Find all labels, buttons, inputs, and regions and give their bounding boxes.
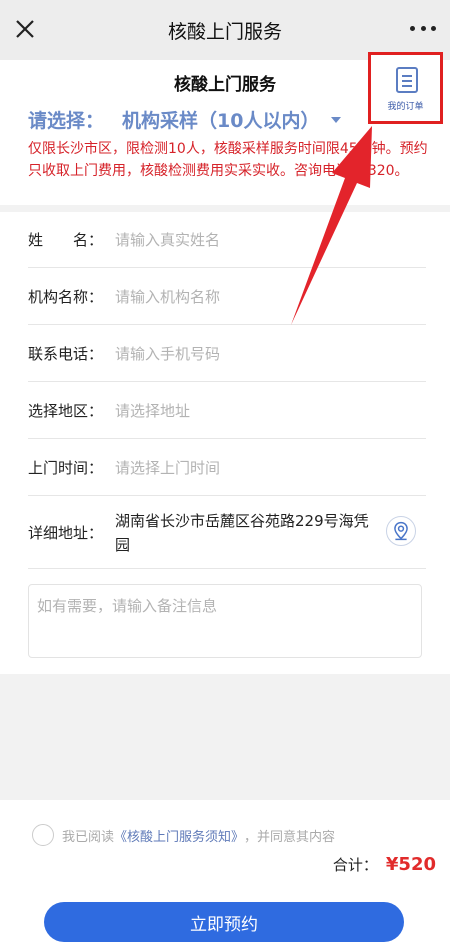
address-row: 详细地址： 湖南省长沙市岳麓区谷苑路229号海凭园 xyxy=(28,497,426,569)
close-icon[interactable] xyxy=(10,14,40,44)
submit-button[interactable]: 立即预约 xyxy=(44,902,404,942)
location-pin-icon[interactable] xyxy=(386,516,416,546)
sampling-type-select[interactable]: 请选择： 机构采样（10人以内） xyxy=(28,106,342,133)
name-input[interactable]: 请输入真实姓名 xyxy=(115,229,220,250)
name-label: 姓 名： xyxy=(28,231,104,249)
remark-textarea[interactable]: 如有需要，请输入备注信息 xyxy=(28,584,422,658)
agree-suffix: ，并同意其内容 xyxy=(244,829,336,845)
order-list-icon xyxy=(396,67,418,93)
phone-label: 联系电话： xyxy=(28,345,104,363)
address-input[interactable]: 湖南省长沙市岳麓区谷苑路229号海凭园 xyxy=(115,509,370,557)
org-row: 机构名称： 请输入机构名称 xyxy=(28,269,426,325)
select-prefix: 请选择： xyxy=(28,110,105,132)
booking-form: 姓 名： 请输入真实姓名 机构名称： 请输入机构名称 联系电话： 请输入手机号码… xyxy=(0,212,450,674)
more-menu-icon[interactable] xyxy=(410,18,436,38)
agree-radio[interactable] xyxy=(32,824,54,846)
total-amount: ¥520 xyxy=(385,854,436,875)
terms-link[interactable]: 《核酸上门服务须知》 xyxy=(114,826,244,845)
agree-prefix: 我已阅读 xyxy=(62,829,115,845)
org-input[interactable]: 请输入机构名称 xyxy=(115,286,220,307)
select-value: 机构采样（10人以内） xyxy=(122,110,320,132)
region-row: 选择地区： 请选择地址 xyxy=(28,383,426,439)
region-select[interactable]: 请选择地址 xyxy=(115,400,190,421)
my-orders-label: 我的订单 xyxy=(387,102,424,112)
window-title: 核酸上门服务 xyxy=(167,20,282,43)
region-label: 选择地区： xyxy=(28,402,104,420)
bottom-panel: 我已阅读 《核酸上门服务须知》 ，并同意其内容 合计： ¥520 立即预约 xyxy=(0,800,450,947)
time-label: 上门时间： xyxy=(28,459,104,477)
caret-down-icon xyxy=(331,116,342,123)
address-label: 详细地址： xyxy=(28,524,104,542)
total-label: 合计： xyxy=(332,856,378,874)
time-row: 上门时间： 请选择上门时间 xyxy=(28,440,426,496)
time-select[interactable]: 请选择上门时间 xyxy=(115,457,220,478)
my-orders-button[interactable]: 我的订单 xyxy=(368,52,443,124)
service-notice: 仅限长沙市区，限检测10人，核酸采样服务时间限45分钟。预约只收取上门费用，核酸… xyxy=(28,141,428,179)
total-price: 合计： ¥520 xyxy=(333,854,436,875)
org-label: 机构名称： xyxy=(28,288,104,306)
phone-input[interactable]: 请输入手机号码 xyxy=(115,343,220,364)
phone-row: 联系电话： 请输入手机号码 xyxy=(28,326,426,382)
name-row: 姓 名： 请输入真实姓名 xyxy=(28,212,426,268)
agreement: 我已阅读 《核酸上门服务须知》 ，并同意其内容 xyxy=(32,824,335,846)
top-bar: 核酸上门服务 xyxy=(0,0,450,60)
